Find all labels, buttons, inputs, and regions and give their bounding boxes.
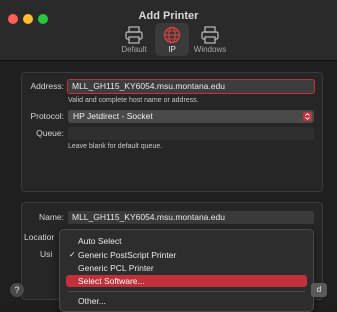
toolbar-windows-tab[interactable]: Windows: [188, 26, 232, 54]
menu-item-label: Auto Select: [78, 236, 122, 246]
menu-item-auto-select[interactable]: Auto Select: [66, 235, 307, 247]
queue-field[interactable]: [68, 127, 314, 140]
menu-item-label: Other...: [78, 296, 106, 306]
menu-item-other[interactable]: Other...: [66, 295, 307, 307]
title-bar: Add Printer Default IP Windows: [0, 0, 337, 61]
add-button[interactable]: d: [311, 283, 327, 297]
help-button[interactable]: ?: [10, 283, 24, 297]
protocol-select[interactable]: HP Jetdirect - Socket: [68, 110, 314, 123]
name-label: Name:: [38, 212, 64, 222]
menu-separator: [68, 291, 305, 292]
checkmark-icon: ✓: [69, 250, 76, 259]
window-title: Add Printer: [138, 10, 199, 22]
address-label: Address:: [30, 81, 64, 91]
printer-icon: [124, 26, 144, 44]
menu-item-label: Generic PCL Printer: [78, 263, 154, 273]
toolbar-windows-label: Windows: [193, 45, 227, 54]
address-field[interactable]: MLL_GH115_KY6054.msu.montana.edu: [67, 79, 315, 94]
globe-icon: [162, 26, 182, 44]
name-field[interactable]: MLL_GH115_KY6054.msu.montana.edu: [68, 211, 314, 224]
protocol-label: Protocol:: [30, 111, 64, 121]
address-hint: Valid and complete host name or address.: [68, 97, 199, 104]
protocol-value: HP Jetdirect - Socket: [73, 111, 153, 121]
queue-label: Queue:: [36, 128, 64, 138]
add-printer-window: Add Printer Default IP Windows Address: …: [0, 0, 337, 312]
menu-item-label: Generic PostScript Printer: [78, 250, 177, 260]
printer-icon: [200, 26, 220, 44]
use-popup-menu: Auto Select ✓ Generic PostScript Printer…: [59, 229, 314, 312]
queue-hint: Leave blank for default queue.: [68, 143, 163, 150]
location-label: Locatior: [24, 232, 55, 242]
menu-item-select-software[interactable]: Select Software...: [66, 275, 307, 287]
menu-item-generic-pcl[interactable]: Generic PCL Printer: [66, 262, 307, 274]
menu-item-generic-postscript[interactable]: ✓ Generic PostScript Printer: [66, 249, 307, 261]
menu-item-label: Select Software...: [78, 276, 145, 286]
chevron-updown-icon: [303, 112, 312, 121]
